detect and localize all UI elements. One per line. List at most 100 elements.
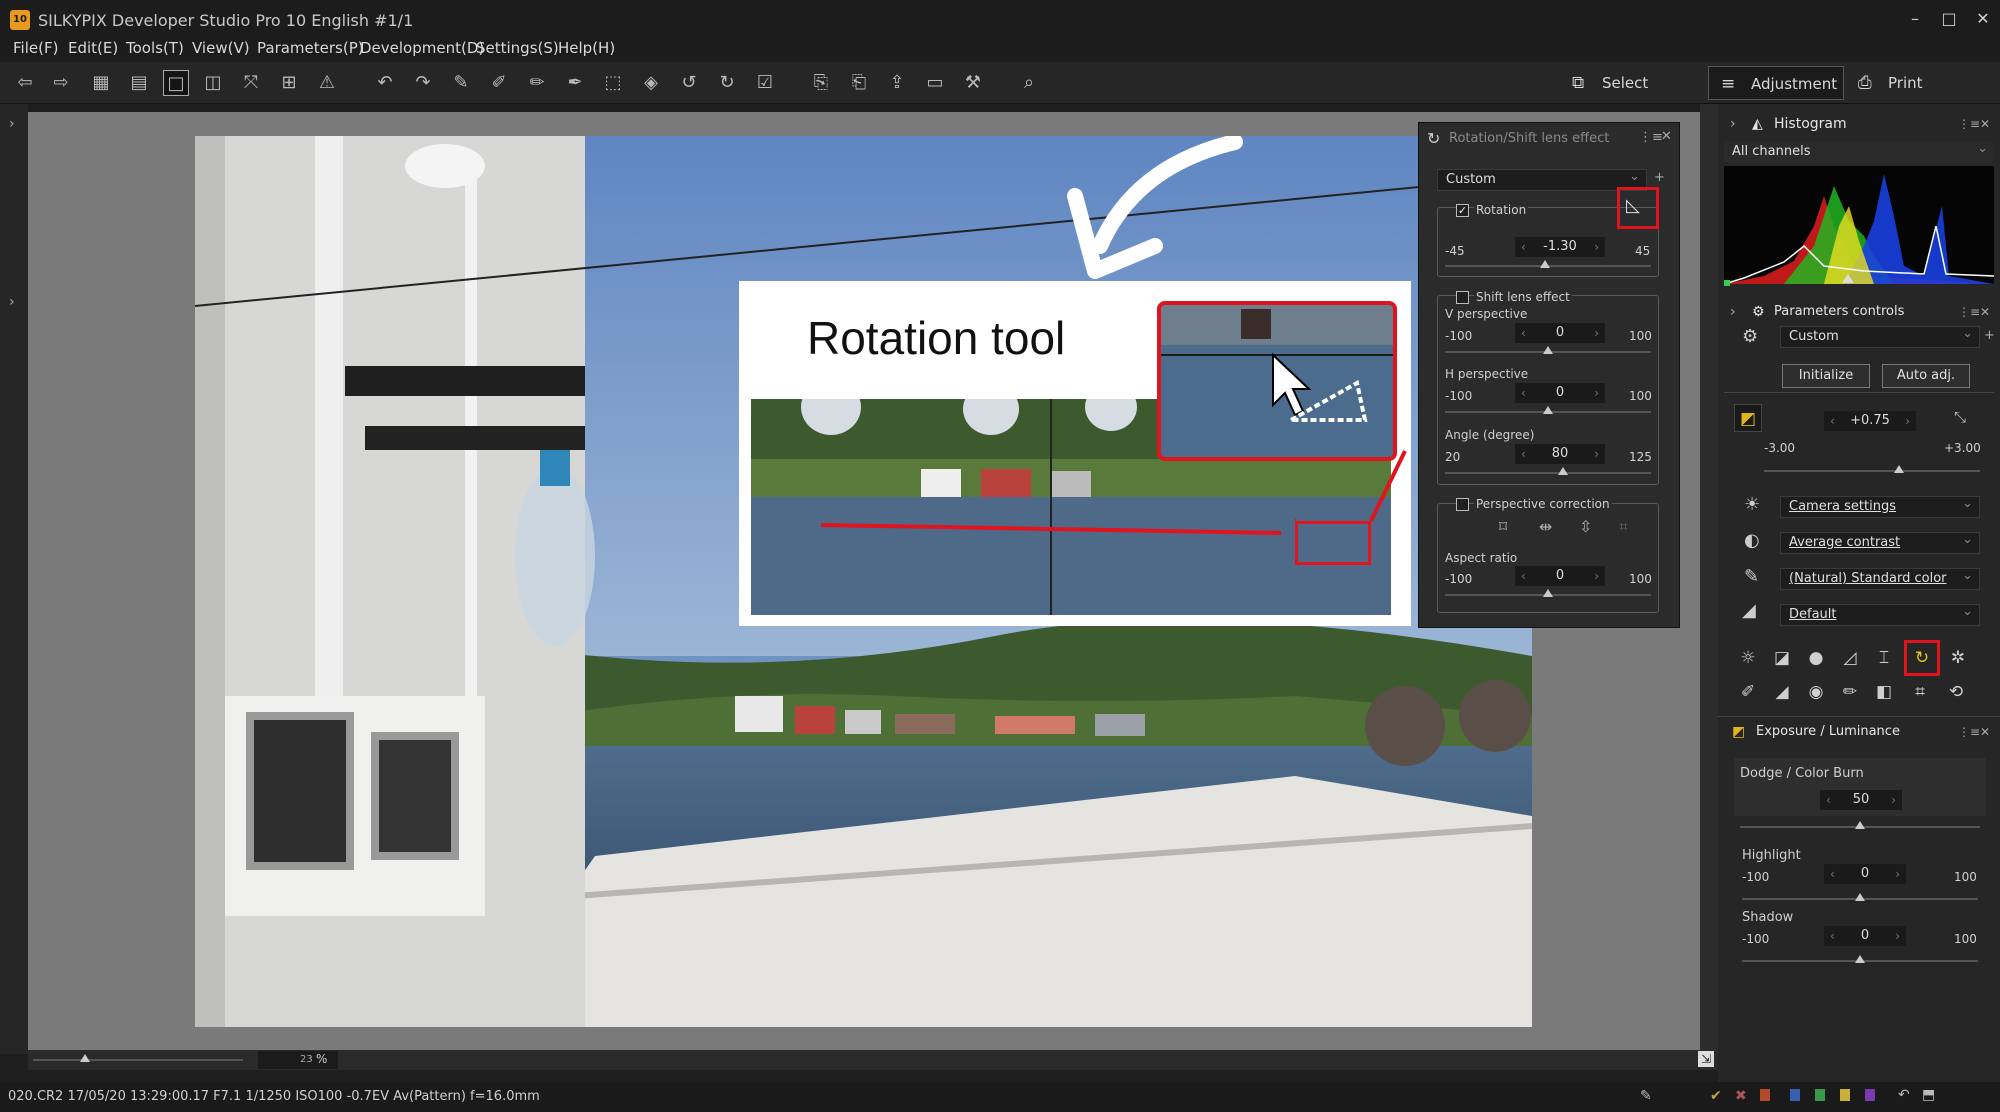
rotate-left-icon[interactable]: ↺ — [676, 70, 702, 96]
keystone-icon-1[interactable]: ⌑ — [1499, 517, 1507, 536]
aspect-ratio-slider[interactable] — [1445, 589, 1651, 597]
aspect-ratio-slider-thumb[interactable] — [1543, 589, 1553, 597]
rotation-tool-icon[interactable]: ◺ — [1626, 195, 1640, 216]
rotation-slider[interactable] — [1445, 260, 1651, 268]
fullscreen-icon[interactable]: ⤧ — [238, 70, 264, 96]
status-tag-purple-icon[interactable] — [1865, 1089, 1875, 1101]
next-image-icon[interactable]: ⇨ — [48, 70, 74, 96]
tool-icon[interactable]: ⚒ — [960, 70, 986, 96]
tool-exposure-icon[interactable]: ☼ — [1734, 644, 1762, 672]
tone-dropdown[interactable]: Average contrast — [1780, 530, 1980, 554]
collapse-icon[interactable]: › — [1730, 298, 1736, 326]
add-preset-icon[interactable]: + — [1654, 170, 1665, 185]
menu-view[interactable]: View(V) — [192, 39, 250, 57]
dodge-burn-slider[interactable] — [1740, 821, 1980, 829]
warning-icon[interactable]: ⚠ — [314, 70, 340, 96]
parameters-menu-icon[interactable]: ⋮≡ — [1958, 298, 1980, 326]
loupe-grid-icon[interactable]: ⊞ — [276, 70, 302, 96]
menu-settings[interactable]: Settings(S) — [476, 39, 559, 57]
collapse-icon[interactable]: › — [1730, 110, 1736, 138]
grid-view-icon[interactable]: ▦ — [88, 70, 114, 96]
prev-image-icon[interactable]: ⇦ — [12, 70, 38, 96]
tool-gradient-icon[interactable]: ◢ — [1768, 678, 1796, 706]
adjustment-mode-button[interactable]: ≡ Adjustment — [1708, 66, 1844, 100]
dodge-burn-spinner[interactable]: ‹ 50 › — [1820, 790, 1902, 810]
v-perspective-slider-thumb[interactable] — [1543, 346, 1553, 354]
white-balance-dropdown[interactable]: Camera settings — [1780, 494, 1980, 518]
histogram-marker[interactable] — [1842, 274, 1854, 283]
close-button[interactable]: ✕ — [1968, 6, 1998, 32]
expand-thumbs-icon[interactable]: › — [9, 294, 15, 310]
rotation-spinner[interactable]: ‹ -1.30 › — [1515, 237, 1605, 257]
auto-exposure-icon[interactable]: ⤡ — [1954, 408, 1966, 426]
keystone-icon-3[interactable]: ⇳ — [1579, 517, 1592, 536]
maximize-button[interactable]: □ — [1934, 6, 1964, 32]
rotation-slider-thumb[interactable] — [1540, 260, 1551, 268]
export-icon[interactable]: ⇪ — [884, 70, 910, 96]
keystone-icon-2[interactable]: ⇹ — [1539, 517, 1552, 536]
tool-crop-ratio-icon[interactable]: ⌶ — [1870, 644, 1898, 672]
exposure-slider[interactable] — [1764, 465, 1980, 473]
print-mode-button[interactable]: ⎙ Print — [1846, 66, 1966, 100]
perspective-correction-checkbox[interactable] — [1456, 498, 1469, 511]
rotation-checkbox[interactable]: ✓ — [1456, 204, 1469, 217]
add-parameter-preset-icon[interactable]: + — [1984, 328, 1995, 343]
vertical-scrollbar[interactable] — [1700, 104, 1718, 1050]
status-undo-icon[interactable]: ↶ — [1898, 1087, 1910, 1103]
transform-icon[interactable]: ⬚ — [600, 70, 626, 96]
undo-icon[interactable]: ↶ — [372, 70, 398, 96]
sharpness-dropdown[interactable]: Default — [1780, 602, 1980, 626]
color-dropdown[interactable]: (Natural) Standard color — [1780, 566, 1980, 590]
tool-eye-icon[interactable]: ◉ — [1802, 678, 1830, 706]
h-perspective-slider[interactable] — [1445, 406, 1651, 414]
highlight-slider-thumb[interactable] — [1855, 893, 1865, 901]
shadow-slider[interactable] — [1742, 955, 1978, 963]
histogram-menu-icon[interactable]: ⋮≡ — [1958, 110, 1980, 138]
exposure-close-icon[interactable]: ✕ — [1980, 718, 1990, 746]
status-check-icon[interactable]: ✔ — [1710, 1088, 1722, 1104]
angle-spinner[interactable]: ‹ 80 › — [1515, 444, 1605, 464]
stamp-icon[interactable]: ✒ — [562, 70, 588, 96]
keystone-icon-4[interactable]: ⌗ — [1619, 517, 1628, 537]
panel-close-icon[interactable]: ✕ — [1661, 129, 1672, 144]
rotate-right-icon[interactable]: ↻ — [714, 70, 740, 96]
select-mode-button[interactable]: ⧉ Select — [1560, 66, 1690, 100]
histogram-close-icon[interactable]: ✕ — [1980, 110, 1990, 138]
gear-icon[interactable]: ⚙ — [1742, 326, 1758, 347]
tool-color-icon[interactable]: ● — [1802, 644, 1830, 672]
brush-icon[interactable]: ✏ — [524, 70, 550, 96]
tool-composite-icon[interactable]: ◧ — [1870, 678, 1898, 706]
parameters-preset-dropdown[interactable]: Custom — [1780, 324, 1980, 348]
initialize-button[interactable]: Initialize — [1782, 364, 1870, 388]
dodge-burn-slider-thumb[interactable] — [1855, 821, 1865, 829]
status-save-icon[interactable]: ⬒ — [1922, 1087, 1935, 1103]
menu-development[interactable]: Development(D) — [360, 39, 484, 57]
highlight-slider[interactable] — [1742, 893, 1978, 901]
angle-slider-thumb[interactable] — [1557, 467, 1568, 475]
minimize-button[interactable]: – — [1900, 6, 1930, 32]
rotation-preset-dropdown[interactable]: Custom — [1437, 167, 1647, 191]
panel-menu-icon[interactable]: ⋮≡ — [1639, 130, 1663, 145]
pick-wb-icon[interactable]: ✎ — [448, 70, 474, 96]
tool-tone-curve-icon[interactable]: ◪ — [1768, 644, 1796, 672]
histogram-channel-dropdown[interactable]: All channels — [1724, 139, 1994, 162]
exposure-menu-icon[interactable]: ⋮≡ — [1958, 718, 1980, 746]
tool-retouch-icon[interactable]: ✐ — [1734, 678, 1762, 706]
shift-lens-checkbox[interactable] — [1456, 291, 1469, 304]
tool-lens-icon[interactable]: ✲ — [1944, 644, 1972, 672]
filmstrip-view-icon[interactable]: ▤ — [126, 70, 152, 96]
status-tag-blue-icon[interactable] — [1790, 1089, 1800, 1101]
highlight-spinner[interactable]: ‹ 0 › — [1824, 864, 1906, 884]
pick-gray-icon[interactable]: ✐ — [486, 70, 512, 96]
status-edit-icon[interactable]: ✎ — [1640, 1088, 1652, 1104]
navigator-icon[interactable]: ⇲ — [1698, 1051, 1714, 1067]
paste-params-icon[interactable]: ⎗ — [846, 70, 872, 96]
tool-crop-icon[interactable]: ⌗ — [1906, 678, 1934, 706]
exposure-bias-icon[interactable]: ◩ — [1734, 404, 1762, 432]
search-icon[interactable]: ⌕ — [1016, 70, 1042, 96]
mark-icon[interactable]: ☑ — [752, 70, 778, 96]
tool-transform-icon[interactable]: ⟲ — [1942, 678, 1970, 706]
parameters-close-icon[interactable]: ✕ — [1980, 298, 1990, 326]
h-perspective-slider-thumb[interactable] — [1543, 406, 1553, 414]
zoom-slider-thumb[interactable] — [80, 1054, 90, 1062]
